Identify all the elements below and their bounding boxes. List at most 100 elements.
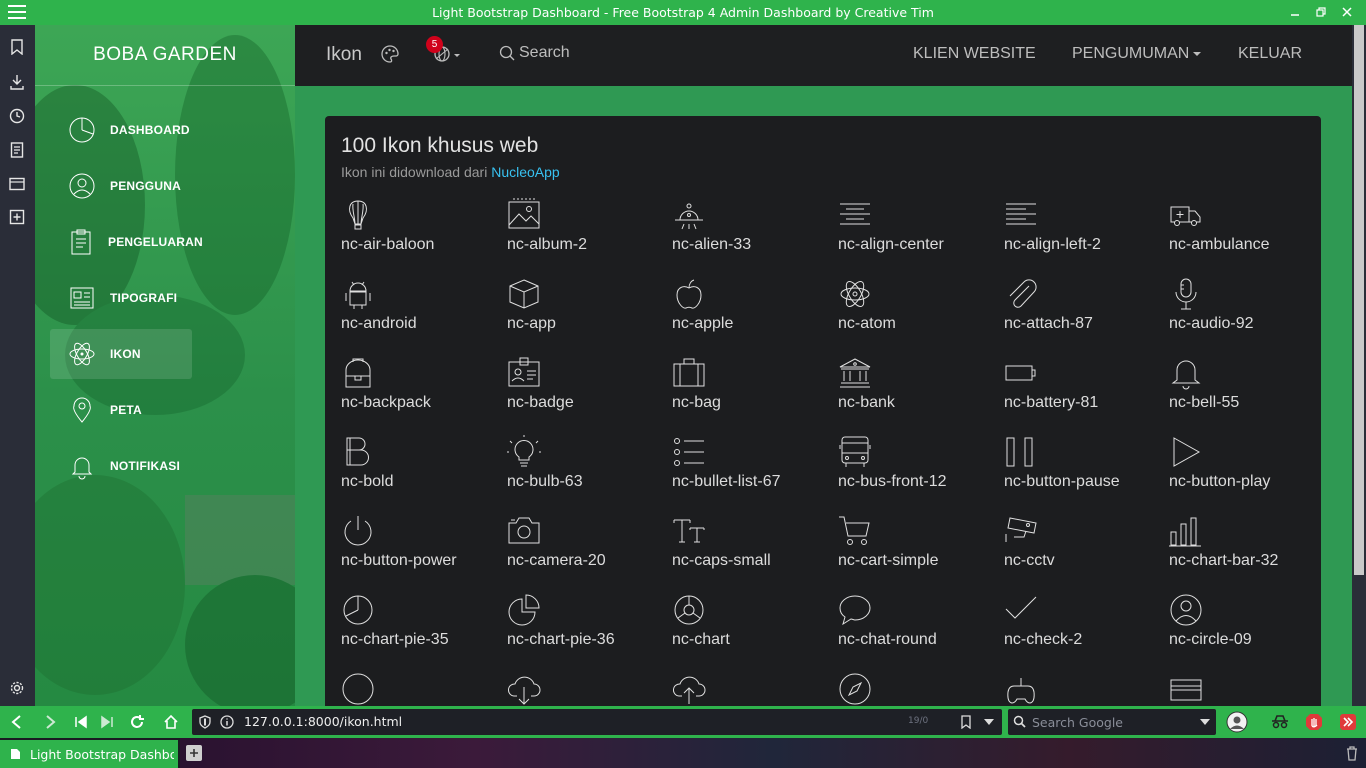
icon-item-name: nc-bus-front-12: [838, 473, 947, 490]
sidebar-item-pengeluaran[interactable]: PENGELUARAN: [50, 217, 203, 267]
window-panel-icon[interactable]: [8, 175, 26, 193]
bookmark-page-icon[interactable]: [960, 715, 972, 729]
back-icon[interactable]: [7, 712, 27, 732]
icon-item-cctv[interactable]: nc-cctv: [1004, 514, 1169, 593]
page-title[interactable]: Ikon: [326, 44, 362, 66]
search-google-input[interactable]: [1032, 713, 1192, 731]
icon-item-chart[interactable]: nc-chart: [672, 593, 837, 672]
home-icon[interactable]: [161, 712, 181, 732]
icon-item-cart-simple[interactable]: nc-cart-simple: [838, 514, 1003, 593]
icon-item-bulb-63[interactable]: nc-bulb-63: [507, 435, 672, 514]
icon-item-check-2[interactable]: nc-check-2: [1004, 593, 1169, 672]
reload-icon[interactable]: [127, 712, 147, 732]
sidebar-item-pengguna[interactable]: PENGGUNA: [50, 161, 192, 211]
icon-item-chat-round[interactable]: nc-chat-round: [838, 593, 1003, 672]
icon-item-battery-81[interactable]: nc-battery-81: [1004, 356, 1169, 435]
sidebar-item-dashboard[interactable]: DASHBOARD: [50, 105, 192, 155]
close-icon[interactable]: [1336, 3, 1358, 21]
restore-icon[interactable]: [1310, 3, 1332, 21]
search-engine-dropdown-icon[interactable]: [1200, 719, 1210, 725]
icon-item-partial-cloud-download[interactable]: [507, 672, 672, 706]
adblock-extension-icon[interactable]: [1304, 712, 1324, 732]
url-dropdown-icon[interactable]: [984, 719, 994, 725]
icon-item-chart-pie-35[interactable]: nc-chart-pie-35: [341, 593, 506, 672]
icon-item-bank[interactable]: nc-bank: [838, 356, 1003, 435]
bookmarks-icon[interactable]: [8, 38, 26, 56]
scrollbar-thumb[interactable]: [1354, 25, 1364, 575]
icon-item-partial-compass[interactable]: [838, 672, 1003, 706]
icon-item-ambulance[interactable]: nc-ambulance: [1169, 198, 1334, 277]
icon-item-attach-87[interactable]: nc-attach-87: [1004, 277, 1169, 356]
forward-icon[interactable]: [40, 712, 60, 732]
sidebar-brand[interactable]: BOBA GARDEN: [35, 25, 295, 86]
icon-item-align-left-2[interactable]: nc-align-left-2: [1004, 198, 1169, 277]
icon-item-android[interactable]: nc-android: [341, 277, 506, 356]
shopping-cart-icon: [839, 516, 870, 545]
icon-item-circle-09[interactable]: nc-circle-09: [1169, 593, 1334, 672]
icon-item-bold[interactable]: nc-bold: [341, 435, 506, 514]
icon-item-bullet-list-67[interactable]: nc-bullet-list-67: [672, 435, 837, 514]
downloads-icon[interactable]: [8, 73, 26, 91]
icon-item-name: nc-caps-small: [672, 552, 771, 569]
media-extension-icon[interactable]: [1338, 712, 1358, 732]
chart-pie-icon: [67, 115, 97, 145]
icon-item-app[interactable]: nc-app: [507, 277, 672, 356]
icon-item-chart-bar-32[interactable]: nc-chart-bar-32: [1169, 514, 1334, 593]
icon-item-alien-33[interactable]: nc-alien-33: [672, 198, 837, 277]
battery-icon: [1005, 365, 1036, 381]
palette-icon[interactable]: [381, 45, 399, 67]
icon-item-bag[interactable]: nc-bag: [672, 356, 837, 435]
search-link[interactable]: Search: [499, 44, 570, 62]
trash-icon[interactable]: [1345, 745, 1359, 761]
minimize-icon[interactable]: [1284, 3, 1306, 21]
address-bar[interactable]: 127.0.0.1:8000/ikon.html 19/0: [192, 709, 1002, 735]
icon-item-button-pause[interactable]: nc-button-pause: [1004, 435, 1169, 514]
incognito-extension-icon[interactable]: [1270, 712, 1290, 732]
page-scrollbar[interactable]: [1352, 25, 1366, 706]
bold-text-icon: [346, 437, 369, 466]
icon-item-atom[interactable]: nc-atom: [838, 277, 1003, 356]
icon-item-bell-55[interactable]: nc-bell-55: [1169, 356, 1334, 435]
icon-item-partial-cloud-upload[interactable]: [672, 672, 837, 706]
hamburger-menu-icon[interactable]: [8, 5, 26, 19]
keluar-link[interactable]: KELUAR: [1238, 45, 1302, 63]
new-tab-button[interactable]: [186, 745, 202, 761]
settings-gear-icon[interactable]: [8, 679, 26, 697]
icon-item-chart-pie-36[interactable]: nc-chart-pie-36: [507, 593, 672, 672]
notes-icon[interactable]: [8, 141, 26, 159]
icon-item-partial-credit-card[interactable]: [1169, 672, 1334, 706]
search-engine-bar[interactable]: [1008, 709, 1216, 735]
shield-icon[interactable]: [199, 715, 211, 729]
sidebar-item-notifikasi[interactable]: NOTIFIKASI: [50, 441, 192, 491]
icon-item-camera-20[interactable]: nc-camera-20: [507, 514, 672, 593]
sidebar-item-ikon[interactable]: IKON: [50, 329, 192, 379]
klien-website-link[interactable]: KLIEN WEBSITE: [913, 45, 1036, 63]
info-icon[interactable]: [220, 715, 234, 729]
icon-item-air-baloon[interactable]: nc-air-baloon: [341, 198, 506, 277]
icon-item-button-play[interactable]: nc-button-play: [1169, 435, 1334, 514]
icon-item-name: nc-cctv: [1004, 552, 1055, 569]
icon-item-audio-92[interactable]: nc-audio-92: [1169, 277, 1334, 356]
nucleoapp-link[interactable]: NucleoApp: [491, 164, 560, 180]
rewind-icon[interactable]: [71, 712, 91, 732]
icon-item-partial-circle[interactable]: [341, 672, 506, 706]
fast-forward-icon[interactable]: [97, 712, 117, 732]
icon-item-button-power[interactable]: nc-button-power: [341, 514, 506, 593]
profile-avatar-icon[interactable]: [1226, 711, 1248, 733]
url-text[interactable]: 127.0.0.1:8000/ikon.html: [244, 714, 402, 729]
icon-item-badge[interactable]: nc-badge: [507, 356, 672, 435]
icon-item-album-2[interactable]: nc-album-2: [507, 198, 672, 277]
add-panel-icon[interactable]: [8, 208, 26, 226]
pengumuman-dropdown[interactable]: PENGUMUMAN: [1072, 45, 1202, 63]
icon-item-partial-controller[interactable]: [1004, 672, 1169, 706]
icon-item-bus-front-12[interactable]: nc-bus-front-12: [838, 435, 1003, 514]
icon-item-caps-small[interactable]: nc-caps-small: [672, 514, 837, 593]
tab-active[interactable]: Light Bootstrap Dashboard: [0, 740, 178, 768]
icon-item-backpack[interactable]: nc-backpack: [341, 356, 506, 435]
icon-item-align-center[interactable]: nc-align-center: [838, 198, 1003, 277]
history-icon[interactable]: [8, 107, 26, 125]
sidebar-item-peta[interactable]: PETA: [50, 385, 192, 435]
sidebar-item-tipografi[interactable]: TIPOGRAFI: [50, 273, 192, 323]
icon-item-apple[interactable]: nc-apple: [672, 277, 837, 356]
icon-item-name: nc-camera-20: [507, 552, 606, 569]
